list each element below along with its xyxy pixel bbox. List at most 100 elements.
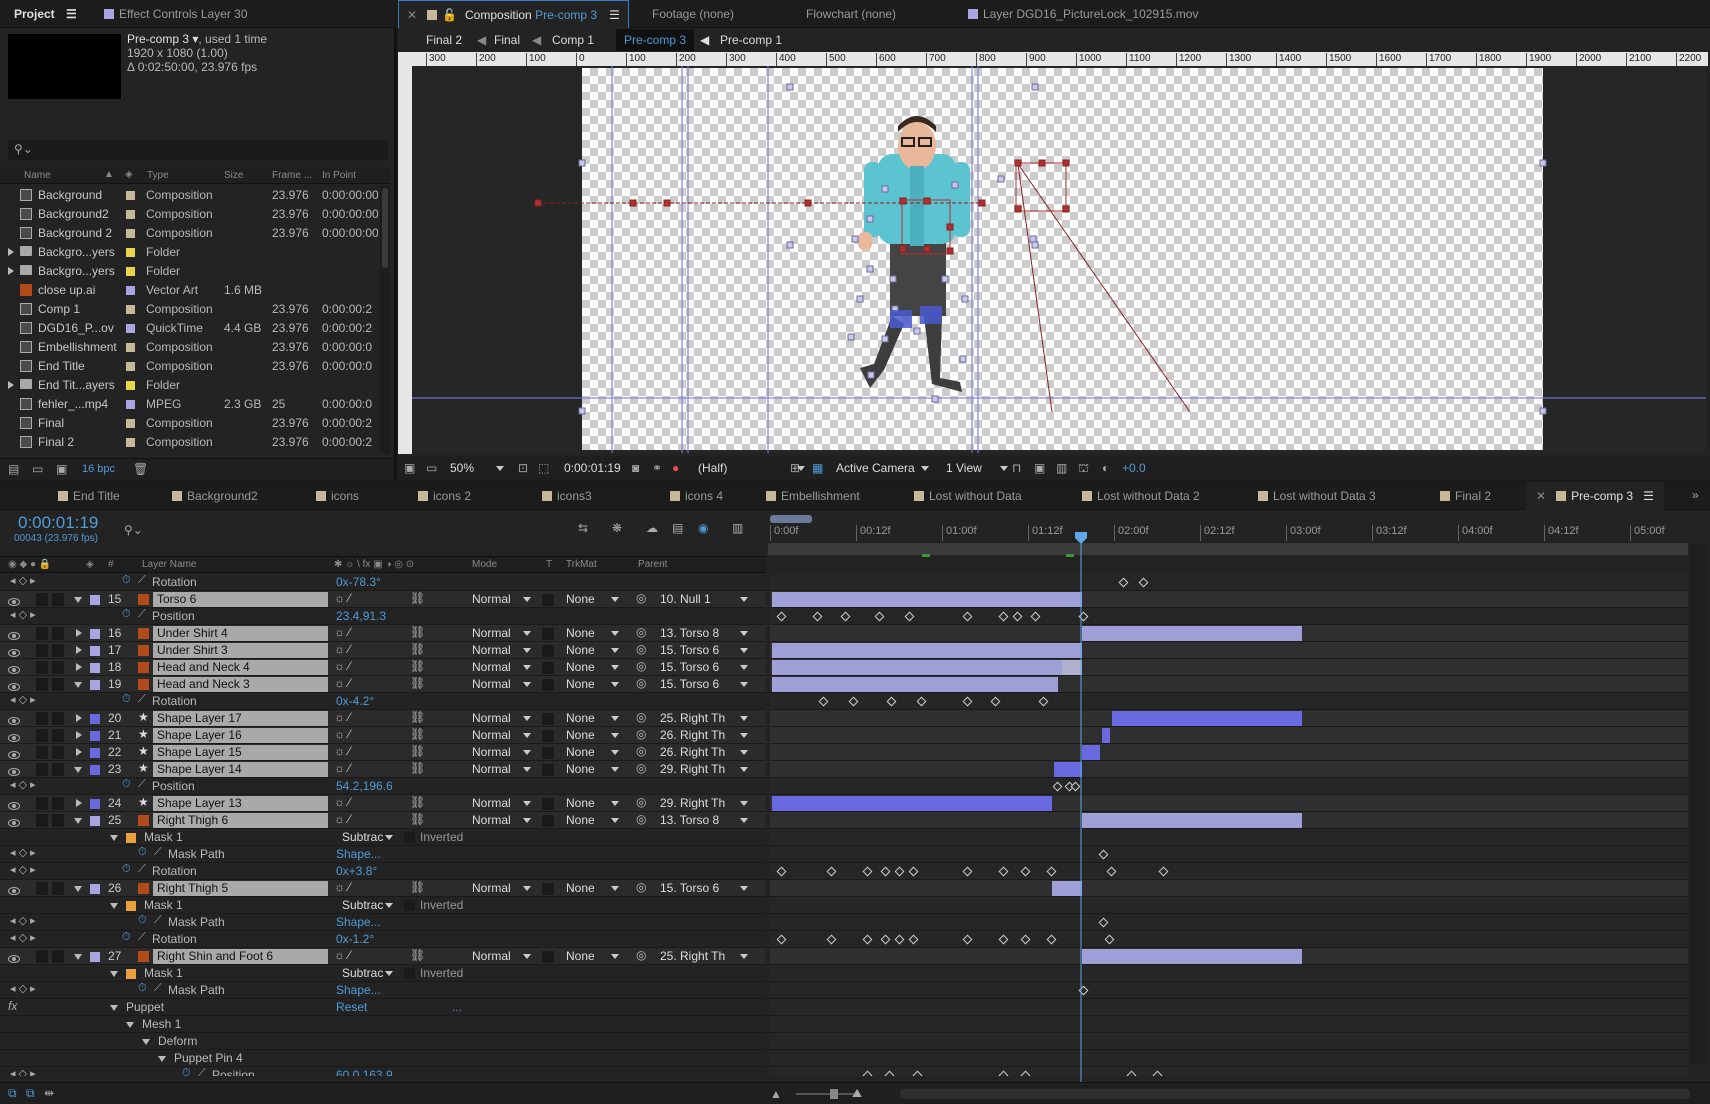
- layer-name[interactable]: Head and Neck 4: [153, 660, 328, 675]
- label-swatch[interactable]: [90, 799, 100, 809]
- lock-switch[interactable]: [52, 627, 64, 640]
- blend-mode-select[interactable]: Normal: [472, 745, 531, 759]
- label-swatch[interactable]: [126, 438, 135, 447]
- project-item[interactable]: Final Composition 23.976 0:00:00:2: [0, 414, 380, 433]
- property-row[interactable]: ◂ ◇ ▸ ⏱ ⟋ Rotation 0x+3.8°: [0, 863, 766, 880]
- shy-icon[interactable]: ☁: [646, 521, 658, 535]
- layer-row[interactable]: 19 Head and Neck 3 ☼ ⁄ ⛓ Normal None ◎ 15. Tors…: [0, 676, 766, 693]
- pick-whip-icon[interactable]: ◎: [636, 659, 646, 673]
- keyframe-nav-icon[interactable]: ◂ ◇ ▸: [10, 608, 36, 621]
- col-trkmat[interactable]: TrkMat: [566, 557, 597, 572]
- layer-row[interactable]: 27 Right Shin and Foot 6 ☼ ⁄ ⛓ Normal None ◎ 25…: [0, 948, 766, 965]
- inverted-checkbox[interactable]: [404, 968, 415, 979]
- property-row[interactable]: Puppet Pin 4: [0, 1050, 766, 1067]
- crumb-final[interactable]: Final: [494, 29, 520, 51]
- blend-mode-select[interactable]: Normal: [472, 881, 531, 895]
- stopwatch-icon[interactable]: ⏱: [138, 982, 147, 995]
- parent-select[interactable]: 26. Right Th: [660, 728, 748, 742]
- parent-select[interactable]: 15. Torso 6: [660, 660, 748, 674]
- project-item[interactable]: Final 2 Composition 23.976 0:00:00:2: [0, 433, 380, 452]
- keyframe[interactable]: [908, 866, 919, 877]
- parent-link-icon[interactable]: ⛓: [410, 676, 425, 690]
- col-mode[interactable]: Mode: [472, 557, 497, 572]
- property-value[interactable]: Shape...: [336, 983, 381, 997]
- layer-row[interactable]: 25 Right Thigh 6 ☼ ⁄ ⛓ Normal None ◎ 13. Torso …: [0, 812, 766, 829]
- col-parent[interactable]: Parent: [638, 557, 667, 572]
- keyframe-nav-icon[interactable]: ◂ ◇ ▸: [10, 778, 36, 791]
- property-row[interactable]: Mask 1 Subtrac Inverted: [0, 829, 766, 846]
- col-t[interactable]: T: [546, 557, 552, 572]
- toggle-pixel-icon[interactable]: ⊓: [1012, 456, 1021, 480]
- preserve-transparency-checkbox[interactable]: [542, 764, 554, 776]
- keyframe[interactable]: [962, 934, 973, 945]
- graph-icon[interactable]: ⟋: [138, 778, 146, 791]
- layer-switches[interactable]: ☼ ⁄: [334, 761, 350, 775]
- keyframe[interactable]: [998, 866, 1009, 877]
- solo-switch[interactable]: [36, 593, 48, 606]
- timeline-track[interactable]: [770, 693, 1688, 710]
- keyframe-nav-icon[interactable]: ◂ ◇ ▸: [10, 693, 36, 706]
- preserve-transparency-checkbox[interactable]: [542, 815, 554, 827]
- graph-icon[interactable]: ⟋: [198, 1067, 206, 1076]
- label-swatch[interactable]: [126, 400, 135, 409]
- layer-row[interactable]: 16 Under Shirt 4 ☼ ⁄ ⛓ Normal None ◎ 13. Torso …: [0, 625, 766, 642]
- pick-whip-icon[interactable]: ◎: [636, 812, 646, 826]
- timeline-tab[interactable]: Lost without Data: [914, 482, 1022, 510]
- layer-duration-bar[interactable]: [1082, 626, 1302, 641]
- project-item[interactable]: fehler_...mp4 MPEG 2.3 GB 25 0:00:00:0: [0, 395, 380, 414]
- visibility-eye-icon[interactable]: [8, 649, 20, 657]
- layer-duration-bar[interactable]: [1082, 813, 1302, 828]
- expand-arrow-icon[interactable]: [110, 1005, 118, 1011]
- label-swatch[interactable]: [126, 191, 135, 200]
- layer-switches[interactable]: ☼ ⁄: [334, 659, 350, 673]
- crumb-comp-1[interactable]: Comp 1: [552, 29, 594, 51]
- property-row[interactable]: ◂ ◇ ▸ ⏱ ⟋ Position 60.0,163.9: [0, 1067, 766, 1076]
- layer-name[interactable]: Under Shirt 3: [153, 643, 328, 658]
- reset-link[interactable]: Reset: [336, 1000, 367, 1014]
- parent-link-icon[interactable]: ⛓: [410, 710, 425, 724]
- expand-arrow-icon[interactable]: [74, 767, 82, 773]
- keyframe[interactable]: [776, 866, 787, 877]
- layer-row[interactable]: 24 ★ Shape Layer 13 ☼ ⁄ ⛓ Normal None ◎ 29. Righ…: [0, 795, 766, 812]
- timeline-tab[interactable]: ✕ Pre-comp 3 ☰: [1526, 482, 1664, 510]
- timeline-track[interactable]: [770, 1050, 1688, 1067]
- preserve-transparency-checkbox[interactable]: [542, 798, 554, 810]
- monitor-icon[interactable]: ▭: [426, 456, 437, 480]
- timeline-search-icon[interactable]: ⚲⌄: [124, 523, 143, 537]
- panel-menu-icon[interactable]: ☰: [1643, 489, 1654, 503]
- project-item[interactable]: End Tit...ayers Folder: [0, 376, 380, 395]
- keyframe[interactable]: [862, 934, 873, 945]
- render-icon[interactable]: ▣: [1034, 456, 1045, 480]
- keyframe[interactable]: [998, 934, 1009, 945]
- layer-switches[interactable]: ☼ ⁄: [334, 948, 350, 962]
- project-scrollbar[interactable]: [380, 186, 390, 454]
- timeline-track[interactable]: [770, 982, 1688, 999]
- lock-icon[interactable]: 🔓: [442, 8, 457, 22]
- lock-switch[interactable]: [52, 644, 64, 657]
- graph-icon[interactable]: ⟋: [138, 693, 146, 706]
- parent-link-icon[interactable]: ⛓: [410, 642, 425, 656]
- timeline-track[interactable]: [770, 761, 1688, 778]
- crumb-pre-comp-1[interactable]: Pre-comp 1: [720, 29, 782, 51]
- layer-switches[interactable]: ☼ ⁄: [334, 625, 350, 639]
- pick-whip-icon[interactable]: ◎: [636, 948, 646, 962]
- layer-row[interactable]: 17 Under Shirt 3 ☼ ⁄ ⛓ Normal None ◎ 15. Torso …: [0, 642, 766, 659]
- pick-whip-icon[interactable]: ◎: [636, 625, 646, 639]
- parent-link-icon[interactable]: ⛓: [410, 761, 425, 775]
- timeline-track[interactable]: [770, 829, 1688, 846]
- overflow-tabs-icon[interactable]: »: [1692, 488, 1699, 502]
- layer-name[interactable]: Head and Neck 3: [153, 677, 328, 692]
- solo-switch[interactable]: [36, 882, 48, 895]
- keyframe[interactable]: [1098, 849, 1109, 860]
- pick-whip-icon[interactable]: ◎: [636, 710, 646, 724]
- timeline-track[interactable]: [770, 642, 1688, 659]
- timeline-track[interactable]: [770, 999, 1688, 1016]
- keyframe[interactable]: [848, 696, 859, 707]
- project-item[interactable]: End Title Composition 23.976 0:00:00:0: [0, 357, 380, 376]
- label-swatch[interactable]: [126, 210, 135, 219]
- mask-mode-select[interactable]: Subtrac: [342, 966, 394, 980]
- property-value[interactable]: Shape...: [336, 847, 381, 861]
- timeline-right-scrollbar[interactable]: [1690, 544, 1708, 1064]
- label-swatch[interactable]: [126, 343, 135, 352]
- property-value[interactable]: 0x+3.8°: [336, 864, 377, 878]
